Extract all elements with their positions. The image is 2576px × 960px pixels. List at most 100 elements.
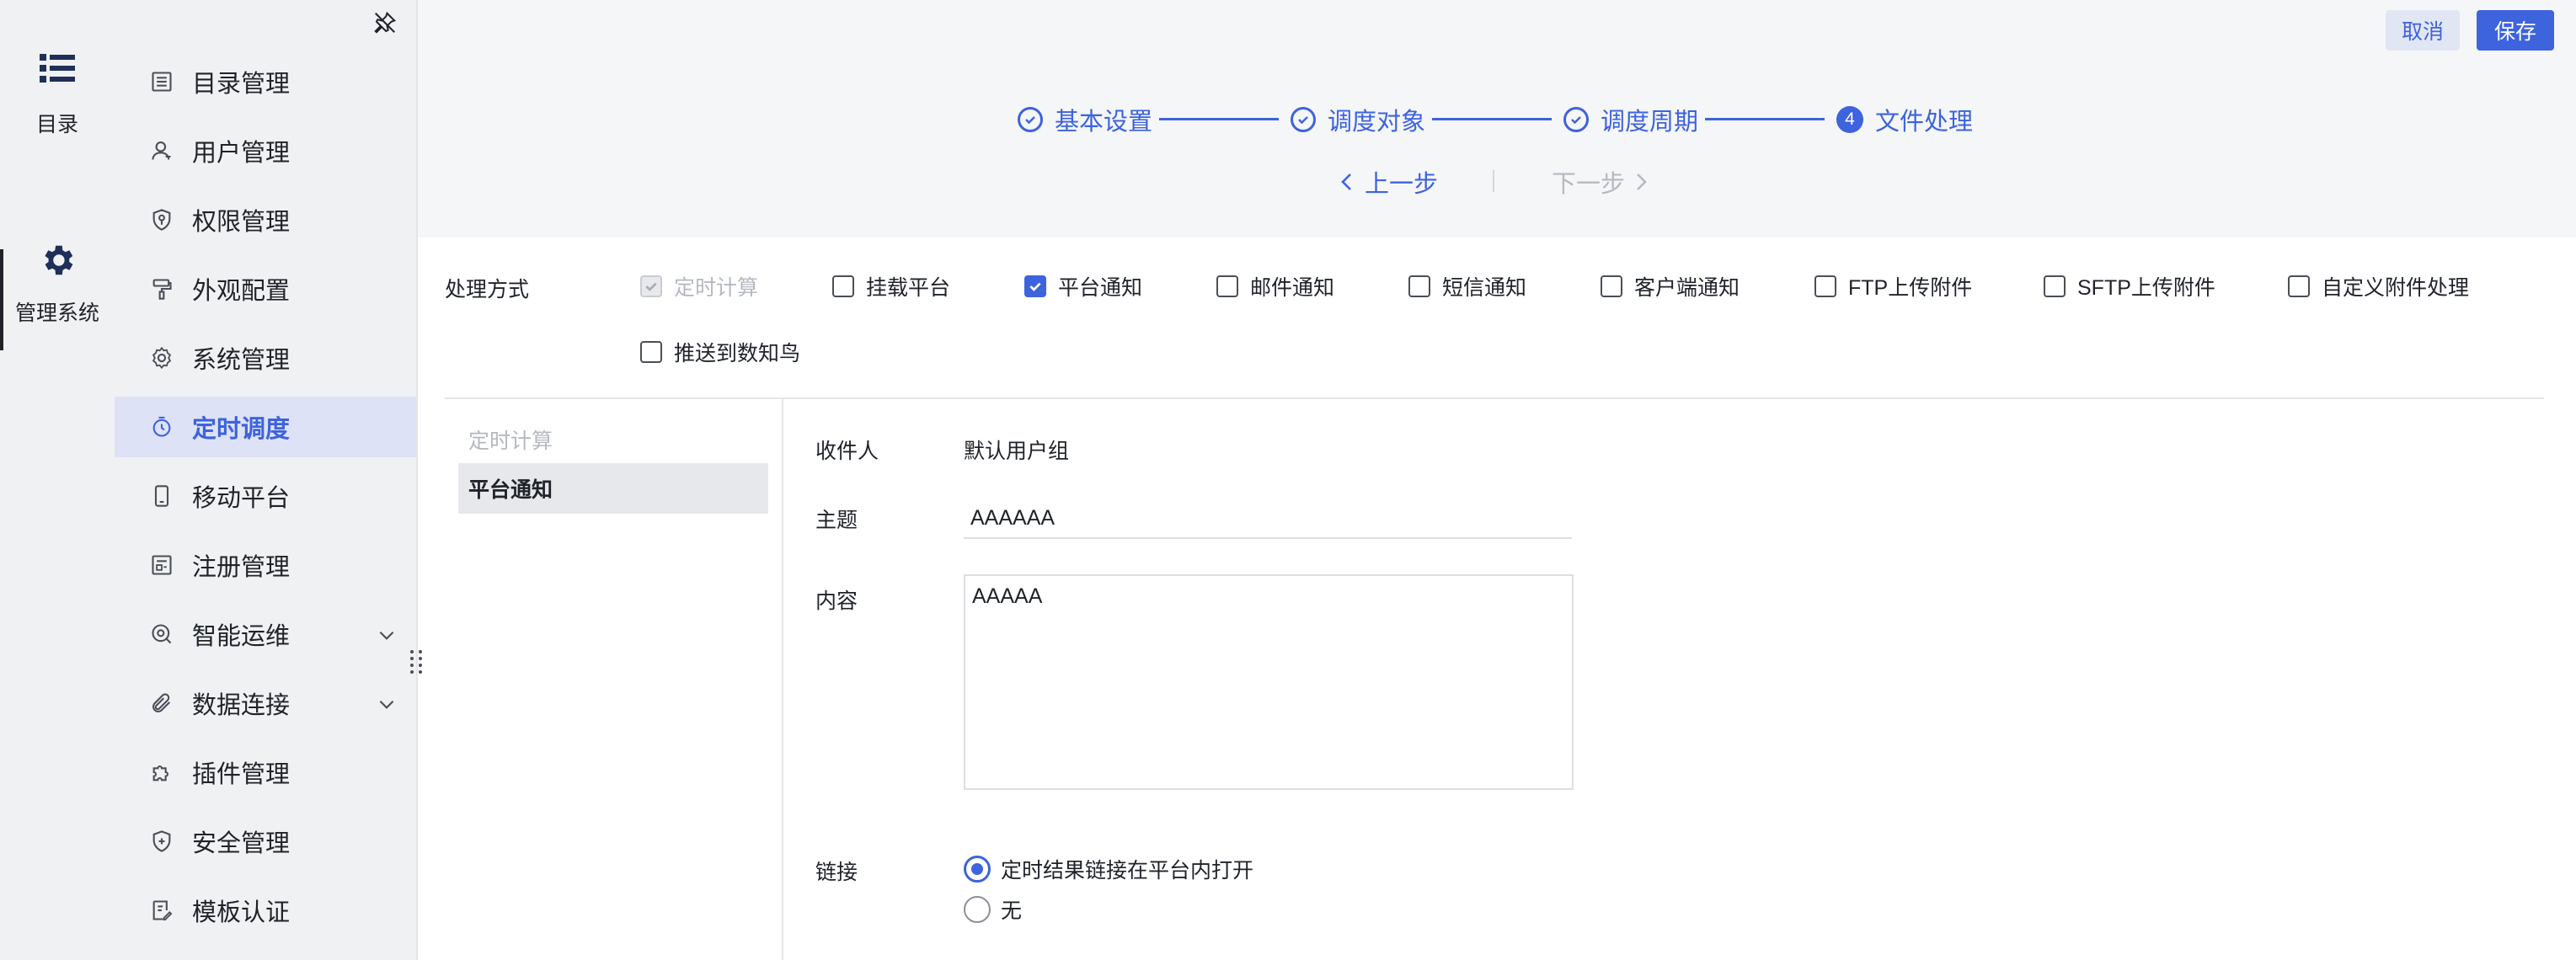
- option-label: 短信通知: [1442, 276, 1527, 300]
- option-custom-attachment[interactable]: 自定义附件处理: [2288, 269, 2469, 303]
- link-option-none[interactable]: 无: [964, 893, 1022, 926]
- unpin-icon[interactable]: [372, 10, 398, 35]
- option-label: 平台通知: [1058, 276, 1143, 300]
- option-label: 客户端通知: [1634, 276, 1740, 300]
- checkbox[interactable]: [2044, 275, 2066, 297]
- content-label: 内容: [815, 589, 858, 613]
- subject-label: 主题: [815, 509, 858, 532]
- nav-item-label: 模板认证: [192, 899, 291, 926]
- chevron-down-icon[interactable]: [376, 624, 398, 646]
- template-cert-icon: [152, 900, 173, 921]
- step-label: 调度对象: [1328, 109, 1426, 136]
- option-label: SFTP上传附件: [2077, 276, 2215, 300]
- subject-input[interactable]: AAAAAA: [964, 500, 1572, 539]
- option-client-notify[interactable]: 客户端通知: [1601, 269, 1740, 303]
- step-nav-divider: [1493, 170, 1494, 192]
- nav-item-label: 插件管理: [192, 761, 291, 788]
- nav-item-register[interactable]: 注册管理: [115, 535, 416, 595]
- radio-selected[interactable]: [964, 856, 991, 883]
- processing-label: 处理方式: [445, 278, 530, 301]
- check-circle-icon: [1563, 107, 1589, 132]
- step-label: 文件处理: [1875, 109, 1974, 136]
- puzzle-icon: [152, 765, 169, 781]
- option-mount-platform[interactable]: 挂载平台: [832, 269, 950, 303]
- nav-item-mobile[interactable]: 移动平台: [115, 466, 416, 526]
- user-icon: [152, 141, 171, 160]
- options-divider: [445, 397, 2544, 399]
- side-item-platform-notify[interactable]: 平台通知: [458, 463, 768, 514]
- nav-item-data-connection[interactable]: 数据连接: [115, 673, 416, 733]
- step-basic-settings[interactable]: 基本设置: [1018, 101, 1152, 138]
- option-label: 推送到数知鸟: [674, 342, 801, 365]
- next-step-label: 下一步: [1552, 171, 1626, 198]
- nav-item-plugins[interactable]: 插件管理: [115, 742, 416, 803]
- checkbox[interactable]: [1814, 275, 1836, 297]
- rail-admin-label: 管理系统: [14, 301, 99, 325]
- option-label: 挂载平台: [866, 276, 951, 300]
- checkbox[interactable]: [1408, 275, 1430, 297]
- recipient-value: 默认用户组: [964, 440, 1070, 463]
- option-timed-calc: 定时计算: [640, 269, 758, 303]
- list-icon: [40, 54, 75, 83]
- nav-item-security[interactable]: 安全管理: [115, 811, 416, 872]
- chevron-down-icon[interactable]: [376, 693, 398, 715]
- option-label: 邮件通知: [1250, 276, 1335, 300]
- checkbox[interactable]: [640, 341, 662, 363]
- shield-key-icon: [152, 209, 171, 231]
- radio-label: 定时结果链接在平台内打开: [1001, 859, 1254, 883]
- option-sms-notify[interactable]: 短信通知: [1408, 269, 1526, 303]
- step-file-processing[interactable]: 4 文件处理: [1836, 101, 1973, 138]
- checkbox-checked[interactable]: [1024, 275, 1046, 297]
- nav-item-system[interactable]: 系统管理: [115, 328, 416, 388]
- cancel-button[interactable]: 取消: [2386, 10, 2460, 51]
- gear-icon: [45, 245, 73, 275]
- detail-divider: [782, 399, 783, 960]
- chevron-left-icon: [1341, 173, 1351, 190]
- nav-item-label: 移动平台: [192, 485, 291, 512]
- rail-catalog-label: 目录: [35, 113, 78, 136]
- paint-roller-icon: [152, 279, 172, 300]
- nav-item-label: 用户管理: [192, 140, 291, 167]
- step-schedule-period[interactable]: 调度周期: [1563, 101, 1698, 138]
- checkbox[interactable]: [832, 275, 854, 297]
- check-icon: [645, 282, 657, 291]
- option-email-notify[interactable]: 邮件通知: [1216, 269, 1334, 303]
- radio[interactable]: [964, 896, 991, 923]
- nav-item-label: 系统管理: [192, 347, 291, 374]
- option-label: 自定义附件处理: [2322, 276, 2470, 300]
- nav-menu: 目录管理 用户管理 权限管理 外观配置 系统管理 定时调度 移动平台 注册管理 …: [115, 0, 416, 960]
- checkbox[interactable]: [1601, 275, 1622, 297]
- option-ftp-upload[interactable]: FTP上传附件: [1814, 269, 1972, 303]
- resize-handle-icon[interactable]: [408, 648, 425, 675]
- rail-catalog[interactable]: 目录: [0, 54, 115, 138]
- step-connector: [1159, 118, 1279, 120]
- nav-item-label: 外观配置: [192, 278, 291, 305]
- nav-item-template-cert[interactable]: 模板认证: [115, 880, 416, 941]
- prev-step-button[interactable]: 上一步: [1338, 165, 1438, 199]
- rail-admin[interactable]: 管理系统: [0, 241, 115, 327]
- side-item-timed-calc: 定时计算: [468, 429, 553, 453]
- step-label: 调度周期: [1601, 109, 1699, 136]
- nav-item-label: 数据连接: [192, 692, 291, 719]
- nav-item-smart-ops[interactable]: 智能运维: [115, 604, 416, 664]
- next-step-button[interactable]: 下一步: [1552, 165, 1650, 199]
- app-rail: 目录 管理系统: [0, 0, 115, 960]
- nav-item-permissions[interactable]: 权限管理: [115, 189, 416, 250]
- checkbox[interactable]: [2288, 275, 2310, 297]
- nav-item-label: 目录管理: [192, 71, 291, 98]
- step-connector: [1432, 118, 1552, 120]
- link-option-open-in-platform[interactable]: 定时结果链接在平台内打开: [964, 852, 1253, 886]
- register-icon: [152, 555, 172, 575]
- checkbox[interactable]: [1216, 275, 1238, 297]
- mobile-icon: [154, 485, 169, 507]
- option-sftp-upload[interactable]: SFTP上传附件: [2044, 269, 2215, 303]
- nav-item-schedule[interactable]: 定时调度: [115, 397, 416, 457]
- step-schedule-object[interactable]: 调度对象: [1291, 101, 1425, 138]
- save-button[interactable]: 保存: [2477, 10, 2554, 51]
- nav-item-appearance[interactable]: 外观配置: [115, 259, 416, 319]
- nav-item-users[interactable]: 用户管理: [115, 120, 416, 181]
- option-platform-notify[interactable]: 平台通知: [1024, 269, 1142, 303]
- content-textarea[interactable]: AAAAA: [964, 574, 1574, 790]
- option-push-shuzhiniao[interactable]: 推送到数知鸟: [640, 335, 800, 369]
- nav-item-catalog[interactable]: 目录管理: [115, 51, 416, 112]
